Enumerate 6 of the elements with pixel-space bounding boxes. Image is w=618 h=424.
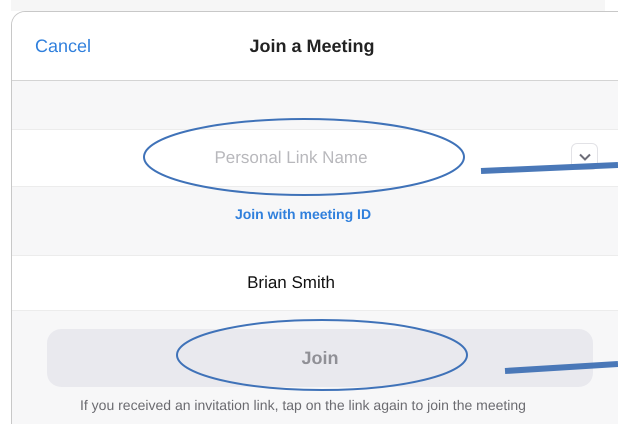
hint-text: If you received an invitation link, tap on the link again to join the meeting	[79, 396, 527, 415]
dialog-title: Join a Meeting	[249, 34, 374, 58]
cancel-button[interactable]: Cancel	[35, 32, 92, 60]
join-with-meeting-id-link[interactable]: Join with meeting ID	[234, 204, 372, 222]
name-field[interactable]: Brian Smith	[12, 255, 618, 311]
link-name-field[interactable]: Personal Link Name	[12, 129, 618, 187]
